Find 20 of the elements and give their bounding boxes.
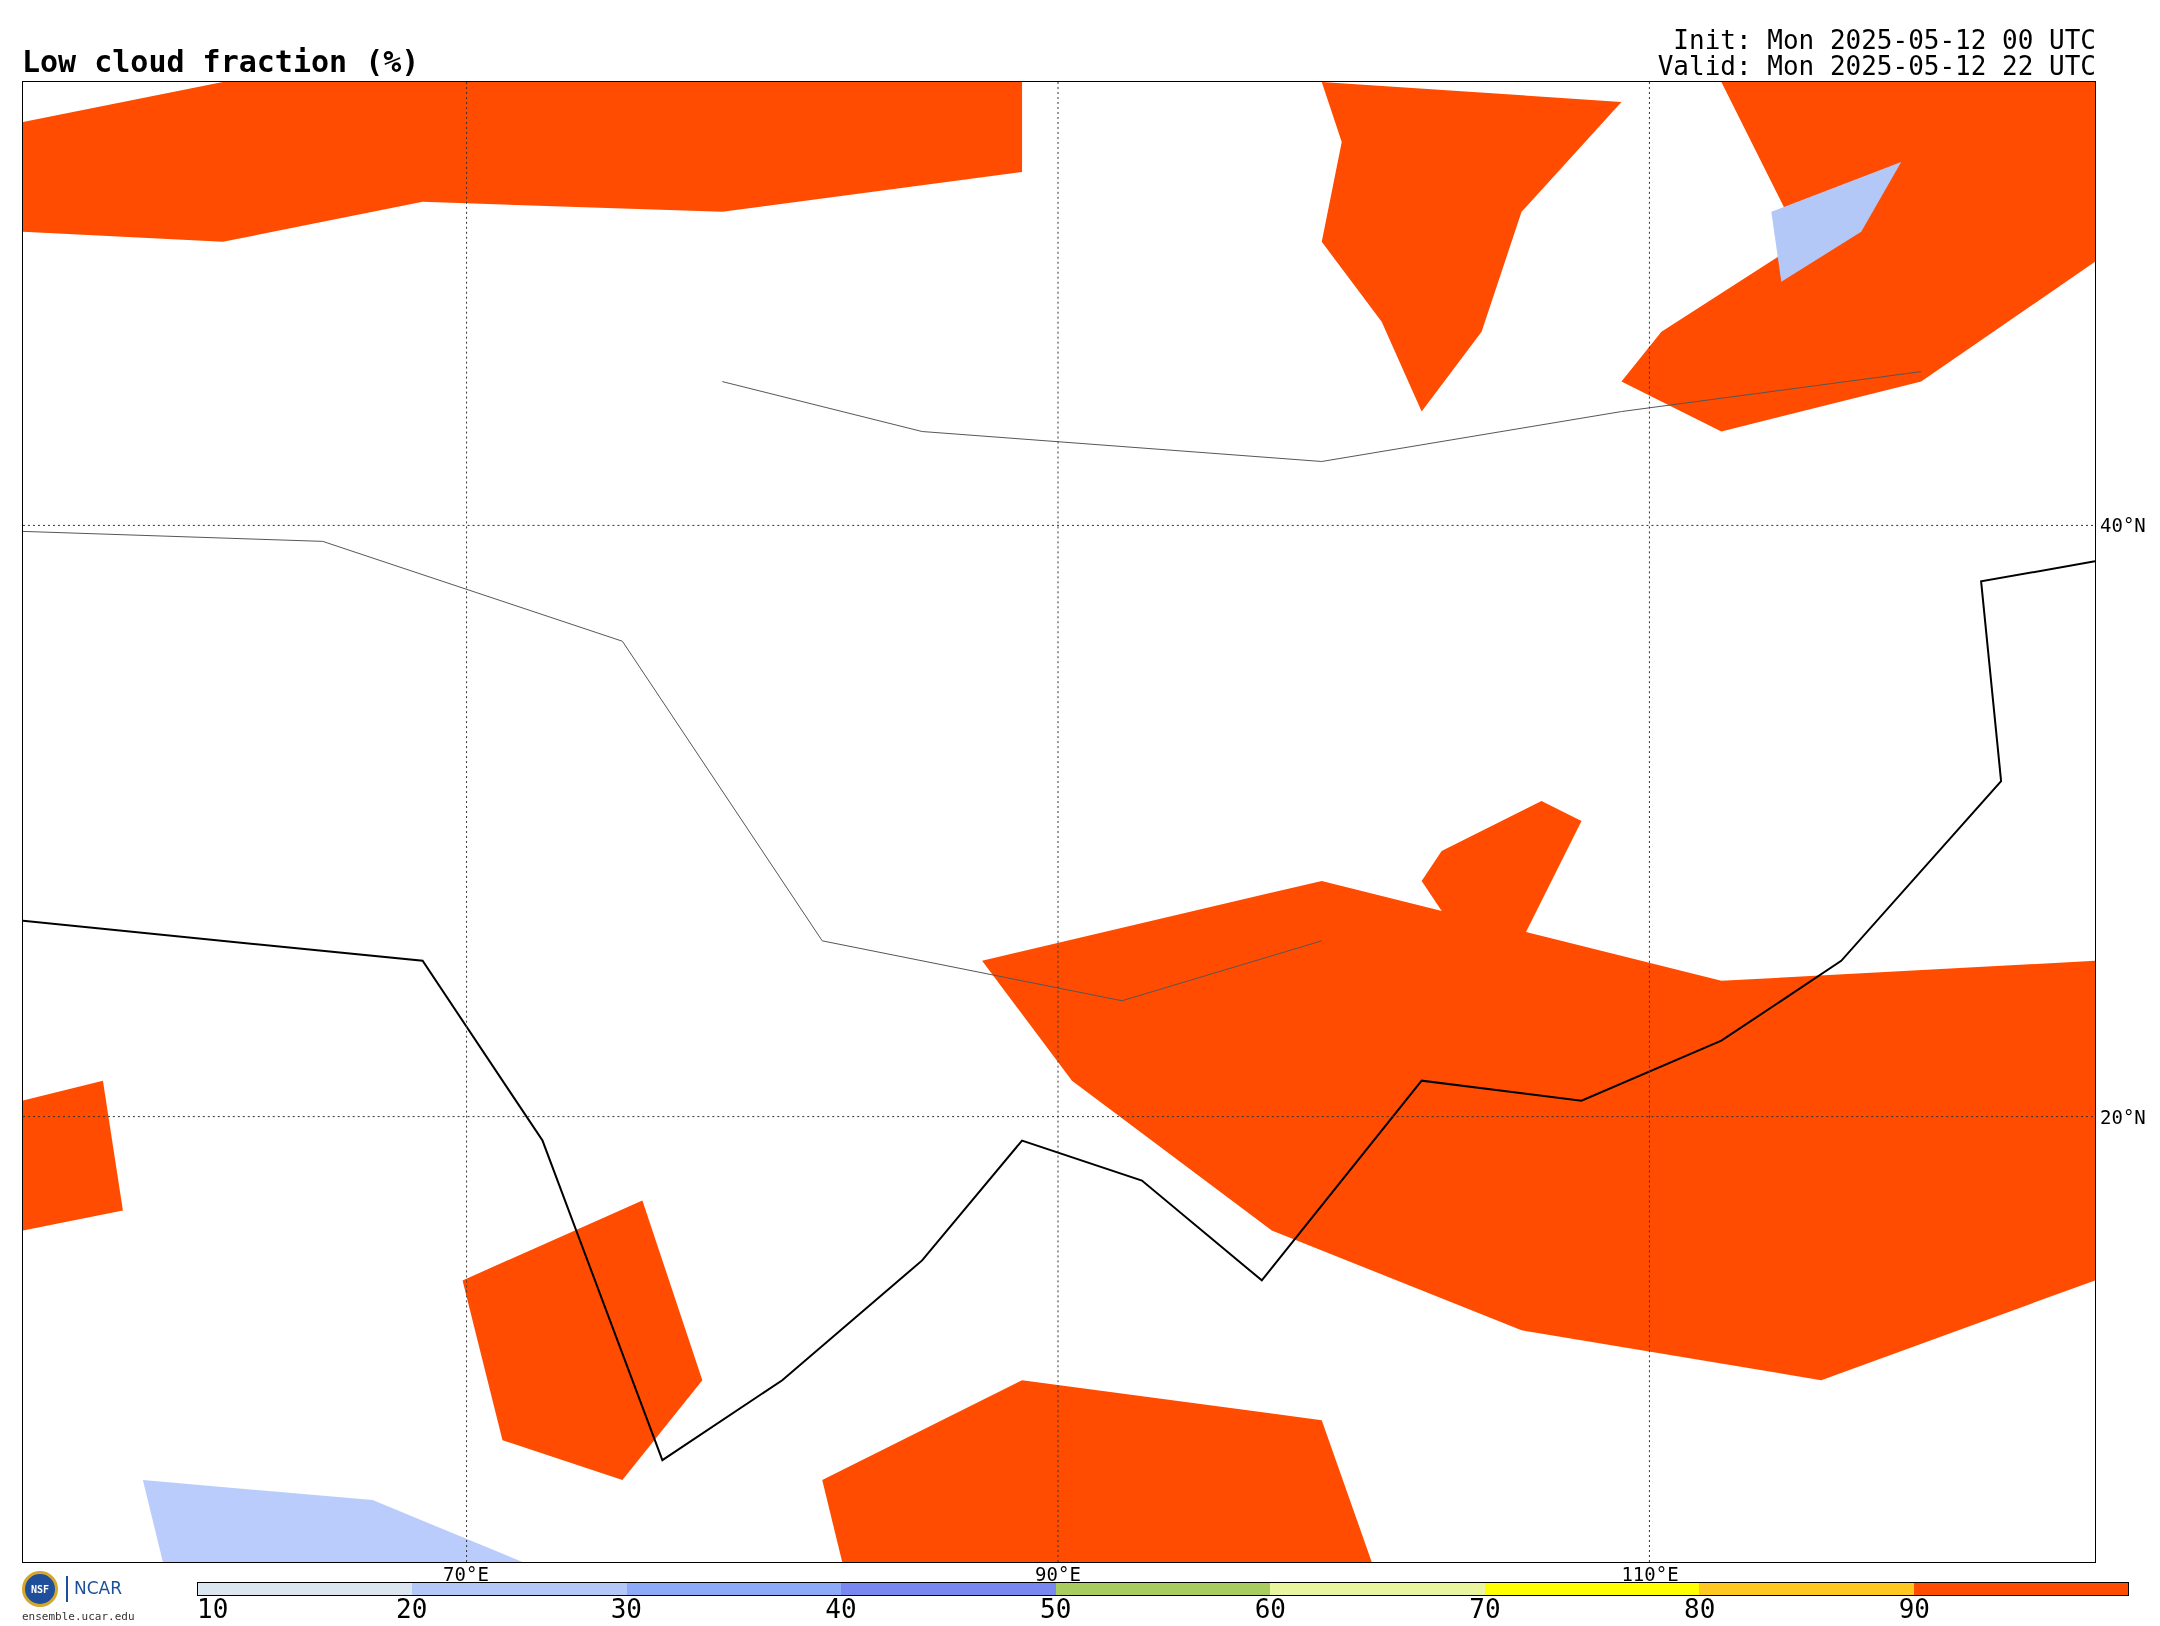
ncar-logo: NCAR <box>66 1576 123 1602</box>
colorbar-tick-label: 20 <box>396 1596 428 1622</box>
colorbar-tick-label: 70 <box>1469 1596 1501 1622</box>
longitude-label: 110°E <box>1621 1565 1679 1584</box>
longitude-label: 90°E <box>1035 1565 1081 1584</box>
seal-logo: NSF <box>22 1571 58 1607</box>
latitude-label: 20°N <box>2100 1108 2146 1127</box>
colorbar-tick-label: 80 <box>1684 1596 1716 1622</box>
valid-time: Valid: Mon 2025-05-12 22 UTC <box>1657 55 2096 77</box>
website-url: ensemble.ucar.edu <box>22 1609 136 1625</box>
chart-title: Low cloud fraction (%) <box>22 47 420 77</box>
longitude-label: 70°E <box>443 1565 489 1584</box>
colorbar-tick-label: 50 <box>1040 1596 1072 1622</box>
colorbar-tick-label: 30 <box>610 1596 642 1622</box>
init-time: Init: Mon 2025-05-12 00 UTC <box>1672 29 2096 51</box>
colorbar-tick-label: 60 <box>1254 1596 1286 1622</box>
latitude-label: 40°N <box>2100 516 2146 535</box>
colorbar-tick-label: 40 <box>825 1596 857 1622</box>
colorbar-tick-label: 10 <box>197 1596 229 1622</box>
colorbar-tick-label: 90 <box>1898 1596 1930 1622</box>
